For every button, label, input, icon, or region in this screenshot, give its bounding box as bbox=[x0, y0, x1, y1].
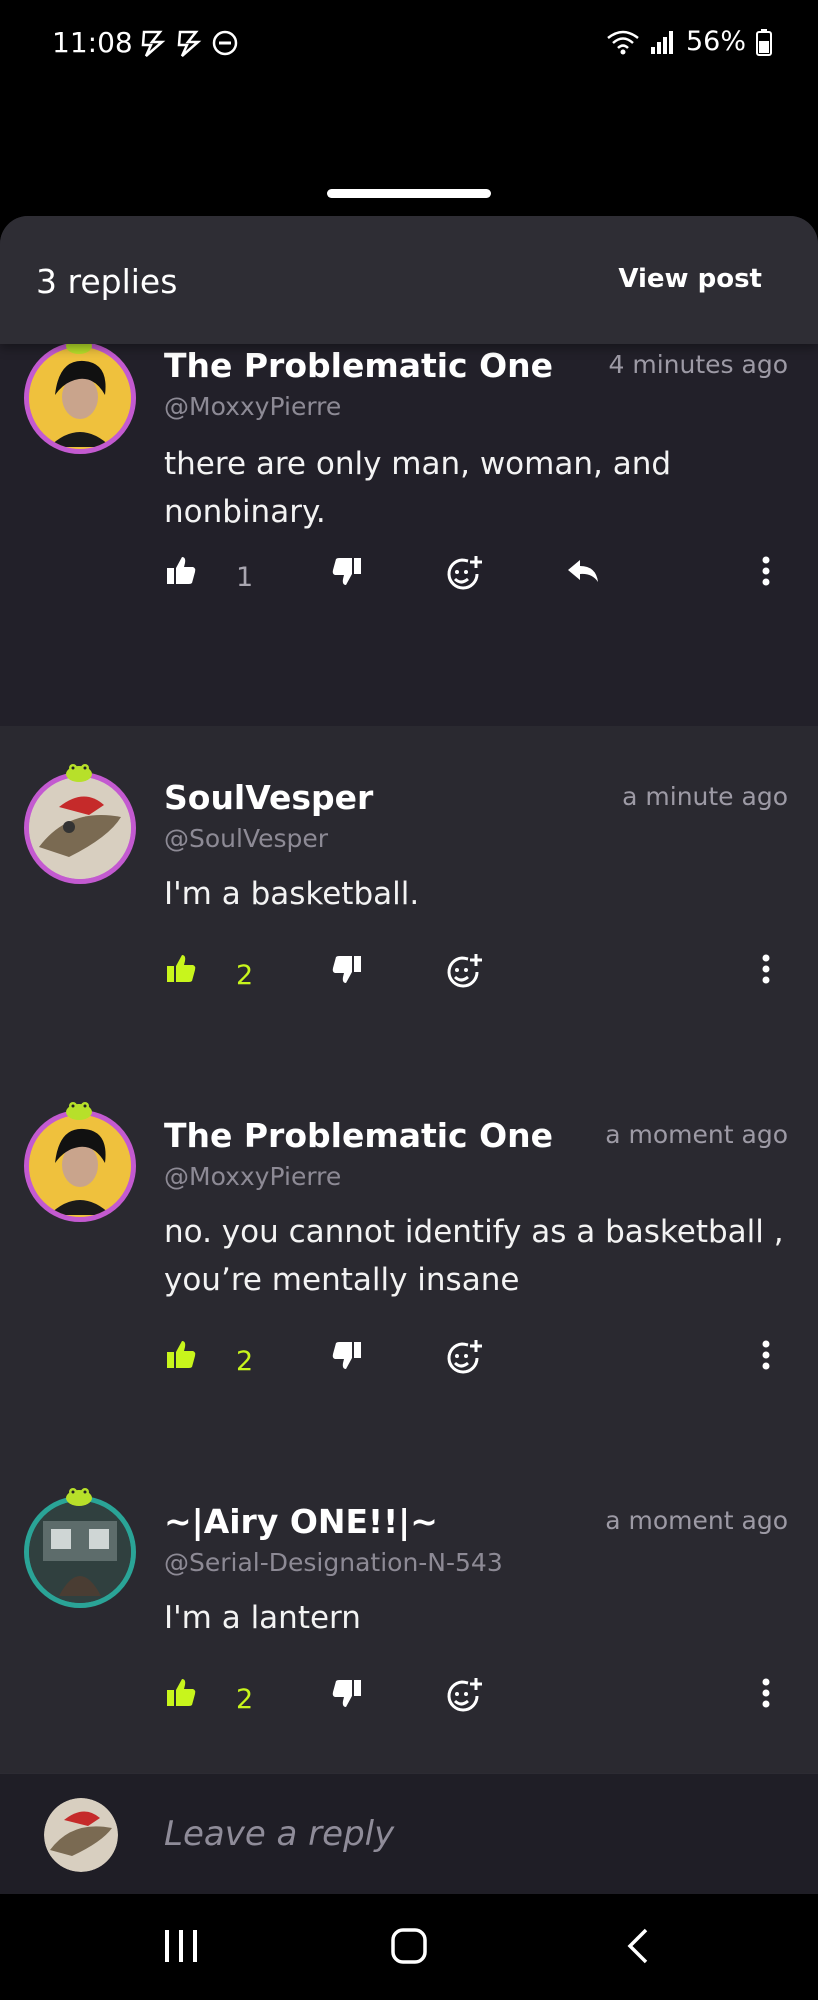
reply-input-bar: Leave a reply bbox=[0, 1773, 818, 1895]
react-button[interactable] bbox=[444, 554, 484, 594]
frog-badge-icon bbox=[66, 1102, 92, 1120]
reply-arrow-icon bbox=[568, 560, 598, 582]
flash-icon bbox=[141, 30, 166, 57]
comment-time: a moment ago bbox=[605, 1120, 788, 1149]
status-bar: 11:08 56% bbox=[0, 0, 818, 92]
more-vertical-icon bbox=[762, 1678, 770, 1708]
emoji-add-icon bbox=[447, 954, 482, 988]
do-not-disturb-icon bbox=[212, 30, 238, 56]
more-vertical-icon bbox=[762, 954, 770, 984]
comment-handle[interactable]: @Serial-Designation-N-543 bbox=[164, 1548, 503, 1577]
comment-actions: 1 bbox=[0, 554, 818, 604]
comment-actions: 2 bbox=[0, 1338, 818, 1388]
comment-text: no. you cannot identify as a basketball … bbox=[164, 1214, 784, 1298]
status-notification-icons bbox=[138, 28, 240, 58]
back-icon[interactable] bbox=[620, 1926, 658, 1966]
comment-time: a moment ago bbox=[605, 1506, 788, 1535]
thumbs-up-icon bbox=[167, 955, 196, 982]
like-button[interactable] bbox=[164, 952, 198, 986]
like-count: 2 bbox=[236, 1346, 254, 1377]
more-options-button[interactable] bbox=[760, 952, 772, 986]
comment-time: 4 minutes ago bbox=[608, 350, 788, 379]
frog-badge-icon bbox=[66, 764, 92, 782]
avatar-image bbox=[29, 777, 131, 879]
react-button[interactable] bbox=[444, 1338, 484, 1378]
like-count: 2 bbox=[236, 1684, 254, 1715]
more-options-button[interactable] bbox=[760, 1338, 772, 1372]
battery-percent: 56% bbox=[685, 26, 746, 57]
avatar[interactable] bbox=[24, 772, 136, 884]
comment-text: there are only man, woman, and nonbinary… bbox=[164, 446, 672, 530]
more-options-button[interactable] bbox=[760, 1676, 772, 1710]
thumbs-up-icon bbox=[167, 1679, 196, 1706]
comment-author[interactable]: The Problematic One bbox=[164, 346, 553, 385]
avatar-image bbox=[44, 1798, 118, 1872]
current-user-avatar bbox=[44, 1798, 118, 1872]
thumbs-down-icon bbox=[332, 558, 361, 585]
replies-sheet: 3 replies View post The Problematic One … bbox=[0, 216, 818, 1894]
more-options-button[interactable] bbox=[760, 554, 772, 588]
avatar[interactable] bbox=[24, 1110, 136, 1222]
like-button[interactable] bbox=[164, 1338, 198, 1372]
status-right: 56% bbox=[606, 26, 772, 57]
reply-input[interactable]: Leave a reply bbox=[164, 1814, 394, 1854]
avatar[interactable] bbox=[24, 342, 136, 454]
comment-author[interactable]: SoulVesper bbox=[164, 778, 373, 817]
avatar-image bbox=[29, 1501, 131, 1603]
comment-text: I'm a basketball. bbox=[164, 876, 420, 912]
emoji-add-icon bbox=[447, 556, 482, 590]
dislike-button[interactable] bbox=[330, 952, 364, 986]
like-count: 1 bbox=[236, 562, 254, 593]
dislike-button[interactable] bbox=[330, 1338, 364, 1372]
comment-text: I'm a lantern bbox=[164, 1600, 361, 1636]
comment-item: The Problematic One @MoxxyPierre 4 minut… bbox=[0, 336, 818, 726]
signal-icon bbox=[650, 30, 673, 54]
avatar[interactable] bbox=[24, 1496, 136, 1608]
comment-item: SoulVesper @SoulVesper a minute ago I'm … bbox=[0, 726, 818, 1064]
status-time: 11:08 bbox=[52, 26, 133, 59]
like-button[interactable] bbox=[164, 1676, 198, 1710]
thumbs-down-icon bbox=[332, 956, 361, 983]
comment-actions: 2 bbox=[0, 952, 818, 1002]
emoji-add-icon bbox=[447, 1678, 482, 1712]
drag-handle[interactable] bbox=[327, 189, 491, 198]
thumbs-down-icon bbox=[332, 1680, 361, 1707]
like-count: 2 bbox=[236, 960, 254, 991]
view-post-button[interactable]: View post bbox=[618, 264, 762, 294]
like-button[interactable] bbox=[164, 554, 198, 588]
home-icon[interactable] bbox=[390, 1926, 428, 1966]
more-vertical-icon bbox=[762, 1340, 770, 1370]
react-button[interactable] bbox=[444, 1676, 484, 1716]
comment-author[interactable]: ~|Airy ONE!!|~ bbox=[164, 1502, 438, 1541]
wifi-icon bbox=[607, 30, 639, 54]
avatar-image bbox=[29, 1115, 131, 1217]
battery-icon bbox=[756, 28, 772, 56]
comment-item: ~|Airy ONE!!|~ @Serial-Designation-N-543… bbox=[0, 1450, 818, 1788]
comment-author[interactable]: The Problematic One bbox=[164, 1116, 553, 1155]
dislike-button[interactable] bbox=[330, 554, 364, 588]
frog-badge-icon bbox=[66, 1488, 92, 1506]
system-nav-bar bbox=[0, 1894, 818, 2000]
dislike-button[interactable] bbox=[330, 1676, 364, 1710]
replies-count: 3 replies bbox=[36, 262, 178, 301]
emoji-add-icon bbox=[447, 1340, 482, 1374]
thumbs-up-icon bbox=[167, 557, 196, 584]
more-vertical-icon bbox=[762, 556, 770, 586]
recent-apps-icon[interactable] bbox=[162, 1926, 200, 1966]
flash-icon bbox=[177, 30, 202, 57]
sheet-header: 3 replies View post bbox=[0, 216, 818, 344]
avatar-image bbox=[29, 347, 131, 449]
comment-handle[interactable]: @MoxxyPierre bbox=[164, 392, 341, 421]
comment-actions: 2 bbox=[0, 1676, 818, 1726]
reply-button[interactable] bbox=[564, 554, 602, 588]
comment-handle[interactable]: @MoxxyPierre bbox=[164, 1162, 341, 1191]
comment-handle[interactable]: @SoulVesper bbox=[164, 824, 328, 853]
comment-item: The Problematic One @MoxxyPierre a momen… bbox=[0, 1064, 818, 1450]
thumbs-up-icon bbox=[167, 1341, 196, 1368]
react-button[interactable] bbox=[444, 952, 484, 992]
comment-time: a minute ago bbox=[622, 782, 788, 811]
thumbs-down-icon bbox=[332, 1342, 361, 1369]
